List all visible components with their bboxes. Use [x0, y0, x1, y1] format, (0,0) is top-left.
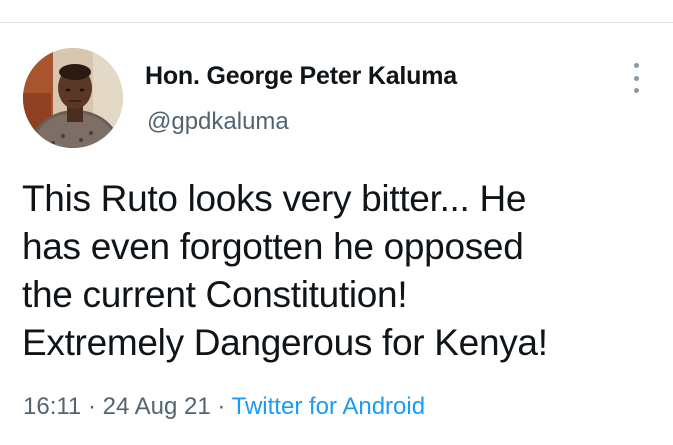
avatar-photo: [23, 48, 123, 148]
more-dot: [633, 88, 639, 93]
more-dot: [633, 63, 639, 68]
tweet-text-line: the current Constitution!: [22, 274, 408, 315]
meta-separator: ·: [87, 393, 96, 420]
more-vertical-icon[interactable]: [626, 63, 646, 93]
display-name[interactable]: Hon. George Peter Kaluma: [145, 62, 457, 91]
more-dot: [633, 75, 639, 81]
tweet-text: This Ruto looks very bitter... He has ev…: [22, 175, 662, 367]
tweet-card: Hon. George Peter Kaluma @gpdkaluma This…: [0, 23, 673, 445]
tweet-text-line: Extremely Dangerous for Kenya!: [22, 322, 548, 363]
tweet-text-line: This Ruto looks very bitter... He: [22, 178, 527, 219]
tweet-meta: 16:11 · 24 Aug 21 · Twitter for Android: [23, 393, 425, 421]
tweet-date[interactable]: 24 Aug 21: [103, 393, 211, 420]
avatar[interactable]: [23, 48, 123, 148]
tweet-source-link[interactable]: Twitter for Android: [232, 393, 425, 420]
handle[interactable]: @gpdkaluma: [147, 108, 289, 136]
meta-separator: ·: [217, 393, 226, 420]
tweet-text-line: has even forgotten he opposed: [22, 226, 524, 267]
tweet-time[interactable]: 16:11: [23, 393, 81, 420]
